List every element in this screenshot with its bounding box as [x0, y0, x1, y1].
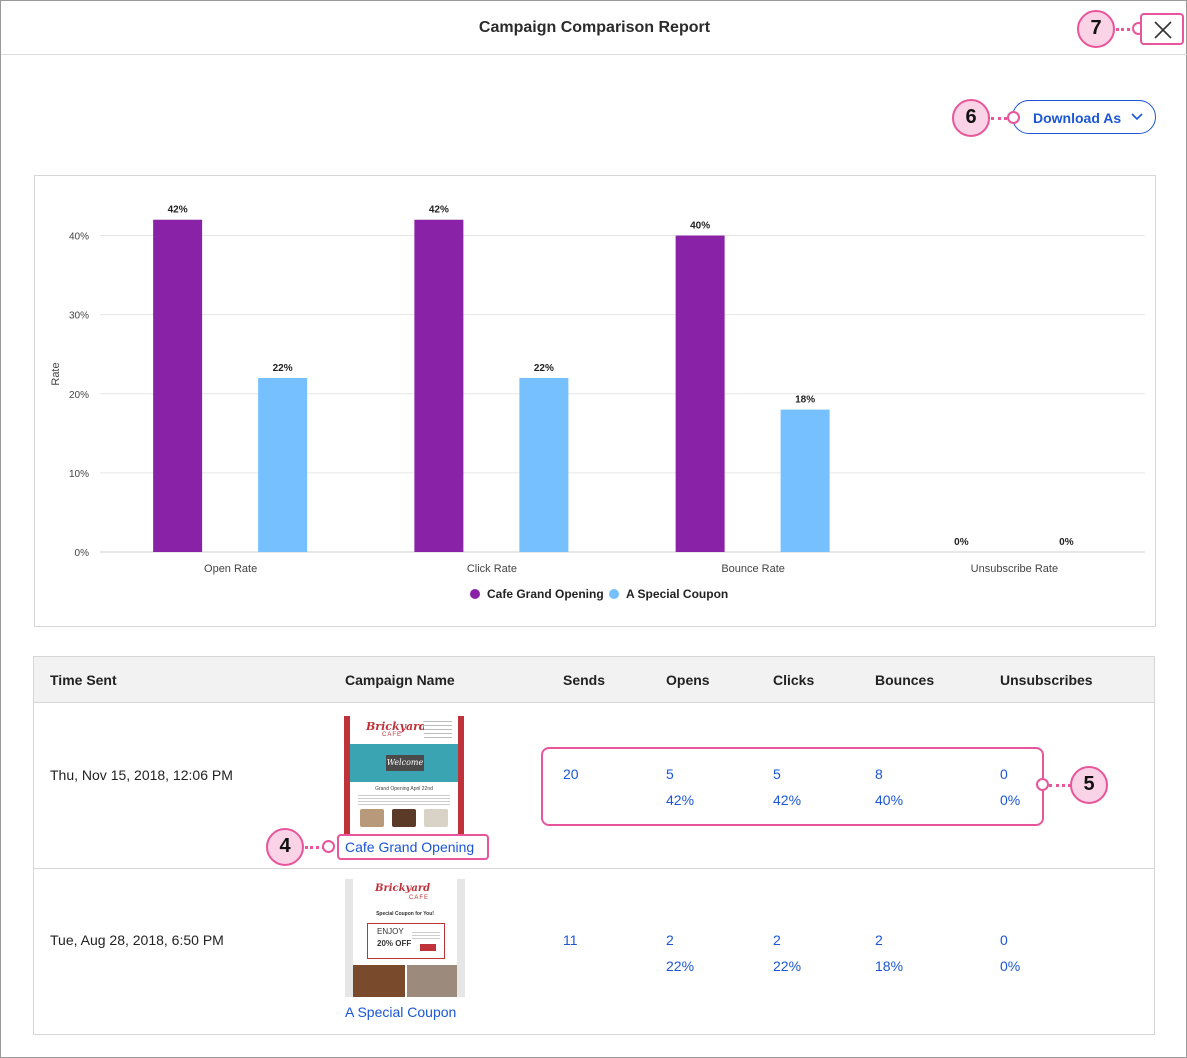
callout-connector: [1049, 784, 1071, 787]
bounces-count[interactable]: 2: [875, 932, 883, 948]
bar: [780, 409, 830, 552]
header-bounces: Bounces: [875, 672, 935, 688]
callout-badge: 4: [266, 828, 304, 866]
header-time-sent: Time Sent: [50, 672, 117, 688]
bar: [519, 377, 569, 552]
bar: [258, 377, 308, 552]
legend-label: A Special Coupon: [626, 587, 728, 601]
data-label: 22%: [273, 363, 293, 374]
chevron-down-icon: [1131, 113, 1143, 121]
clicks-count[interactable]: 2: [773, 932, 781, 948]
legend-label: Cafe Grand Opening: [487, 587, 604, 601]
table-header: Time Sent Campaign Name Sends Opens Clic…: [34, 657, 1154, 703]
campaign-thumbnail[interactable]: Brickyard CAFE Special Coupon for You! E…: [345, 879, 465, 997]
callout-badge: 5: [1070, 766, 1108, 804]
header-clicks: Clicks: [773, 672, 815, 688]
callout-badge: 6: [952, 99, 990, 137]
sends-value: 11: [563, 932, 578, 948]
x-tick-label: Click Rate: [467, 563, 517, 575]
page-title: Campaign Comparison Report: [478, 19, 711, 36]
callout-anchor: [1007, 111, 1020, 124]
x-tick-label: Bounce Rate: [721, 563, 785, 575]
callout-anchor: [1036, 778, 1049, 791]
campaign-thumbnail[interactable]: Brickyard CAFE Welcome Grand Opening Apr…: [344, 716, 464, 834]
header-opens: Opens: [666, 672, 710, 688]
comparison-chart: 0% 10% 20% 30% 40% Rate 42% 22% Open Rate 42% 22% C…: [34, 175, 1156, 627]
data-label: 22%: [534, 363, 554, 374]
download-as-button[interactable]: Download As: [1012, 100, 1156, 134]
data-label: 42%: [168, 205, 188, 216]
bounces-rate: 18%: [875, 958, 904, 974]
close-button[interactable]: [1140, 13, 1184, 45]
time-sent: Tue, Aug 28, 2018, 6:50 PM: [50, 932, 224, 948]
campaign-link-highlight: [337, 834, 489, 860]
campaign-link[interactable]: A Special Coupon: [345, 1004, 456, 1020]
data-label: 0%: [1059, 537, 1074, 548]
bar-chart: 0% 10% 20% 30% 40% Rate 42% 22% Open Rate 42% 22% C…: [50, 205, 1145, 601]
bar: [153, 219, 203, 552]
y-axis-label: Rate: [50, 362, 62, 385]
thumbnail-banner: Welcome: [350, 744, 458, 782]
bar: [414, 219, 464, 552]
table-row: Tue, Aug 28, 2018, 6:50 PM Brickyard CAF…: [34, 869, 1154, 1034]
y-tick-label: 40%: [69, 232, 89, 243]
y-tick-label: 0%: [75, 548, 90, 559]
download-as-label: Download As: [1033, 110, 1122, 126]
y-tick-label: 10%: [69, 469, 89, 480]
metrics-highlight: [541, 747, 1044, 826]
data-label: 40%: [690, 221, 710, 232]
header-sends: Sends: [563, 672, 606, 688]
data-label: 18%: [795, 395, 815, 406]
unsubscribes-rate: 0%: [1000, 958, 1021, 974]
thumbnail-brand-sub: CAFE: [382, 732, 403, 738]
header-campaign-name: Campaign Name: [345, 672, 455, 688]
close-icon: [1154, 21, 1172, 39]
dialog-header: Campaign Comparison Report: [1, 1, 1187, 55]
callout-anchor: [322, 840, 335, 853]
bar: [675, 235, 725, 553]
clicks-rate: 22%: [773, 958, 802, 974]
time-sent: Thu, Nov 15, 2018, 12:06 PM: [50, 767, 233, 783]
y-tick-label: 20%: [69, 390, 89, 401]
legend-swatch: [470, 589, 480, 599]
data-label: 0%: [954, 537, 969, 548]
report-dialog: Campaign Comparison Report 7 6 Download …: [0, 0, 1187, 1058]
opens-rate: 22%: [666, 958, 695, 974]
header-unsubscribes: Unsubscribes: [1000, 672, 1093, 688]
opens-count[interactable]: 2: [666, 932, 674, 948]
x-tick-label: Unsubscribe Rate: [971, 563, 1058, 575]
campaign-table: Time Sent Campaign Name Sends Opens Clic…: [33, 656, 1155, 1035]
unsubscribes-count[interactable]: 0: [1000, 932, 1008, 948]
data-label: 42%: [429, 205, 449, 216]
callout-badge: 7: [1077, 10, 1115, 48]
y-tick-label: 30%: [69, 311, 89, 322]
legend-swatch: [609, 589, 619, 599]
x-tick-label: Open Rate: [204, 563, 257, 575]
